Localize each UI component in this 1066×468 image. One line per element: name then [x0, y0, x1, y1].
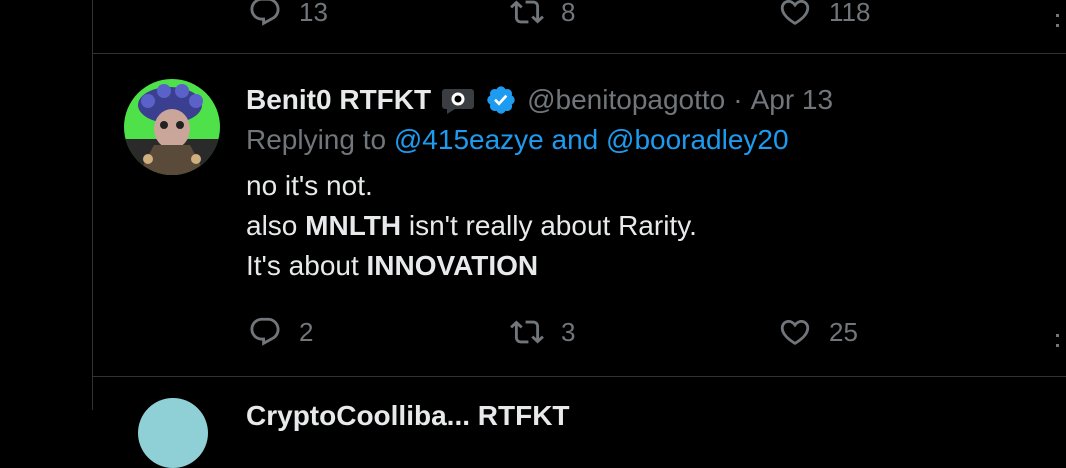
retweet-button[interactable]: 8: [510, 0, 575, 32]
replying-to: Replying to @415eazye and @booradley20: [246, 124, 789, 156]
retweet-button[interactable]: 3: [510, 312, 575, 352]
like-count: 118: [829, 0, 871, 27]
like-count: 25: [829, 316, 858, 347]
share-icon[interactable]: [1052, 14, 1066, 30]
tweet-text: no it's not. also MNLTH isn't really abo…: [246, 166, 697, 286]
display-name[interactable]: Benit0 RTFKT: [246, 84, 431, 116]
reply-count: 2: [299, 316, 314, 347]
reply-icon: [250, 0, 280, 26]
separator-dot: ·: [733, 84, 743, 115]
tweet-divider: [92, 376, 1066, 377]
reply-button[interactable]: 13: [248, 0, 328, 32]
mention-link[interactable]: @booradley20: [606, 124, 789, 155]
tweet-line-1: no it's not.: [246, 170, 373, 201]
reply-button[interactable]: 2: [248, 312, 313, 352]
affiliate-badge-icon[interactable]: [441, 85, 477, 115]
tweet-bold-text: MNLTH: [305, 210, 402, 241]
tweet-bold-text: INNOVATION: [366, 250, 539, 281]
heart-icon: [780, 0, 810, 25]
retweet-icon: [510, 0, 544, 24]
avatar-image: [124, 79, 220, 175]
retweet-icon: [510, 320, 544, 344]
reply-count: 13: [299, 0, 328, 27]
tweet-text-span: also: [246, 210, 306, 241]
tweet-actions: 2 3 25: [248, 312, 1008, 352]
tweet-line-3: It's about INNOVATION: [246, 246, 697, 286]
verified-badge-icon[interactable]: [485, 84, 517, 116]
prev-tweet-actions: 13 8 118: [248, 0, 1008, 32]
like-button[interactable]: 118: [778, 0, 870, 32]
tweet-text-span: isn't really about Rarity.: [401, 210, 697, 241]
retweet-count: 3: [561, 316, 576, 347]
share-icon[interactable]: [1052, 334, 1066, 350]
mention-link[interactable]: @415eazye: [394, 124, 544, 155]
like-button[interactable]: 25: [778, 312, 858, 352]
replying-prefix: Replying to: [246, 124, 387, 155]
avatar[interactable]: [124, 79, 220, 175]
tweet-date[interactable]: Apr 13: [751, 84, 834, 116]
reply-icon: [250, 317, 280, 346]
next-tweet-name[interactable]: CryptoCoolliba... RTFKT: [246, 400, 570, 432]
retweet-count: 8: [561, 0, 576, 27]
tweet-text-span: It's about: [246, 250, 367, 281]
tweet-header: Benit0 RTFKT @benitopagotto · Apr 13: [246, 80, 833, 120]
next-tweet-avatar[interactable]: [138, 398, 208, 468]
tweet-divider: [92, 53, 1066, 54]
user-handle[interactable]: @benitopagotto: [527, 84, 725, 116]
heart-icon: [780, 319, 810, 345]
tweet-line-2: also MNLTH isn't really about Rarity.: [246, 206, 697, 246]
replying-and: and: [551, 124, 599, 155]
